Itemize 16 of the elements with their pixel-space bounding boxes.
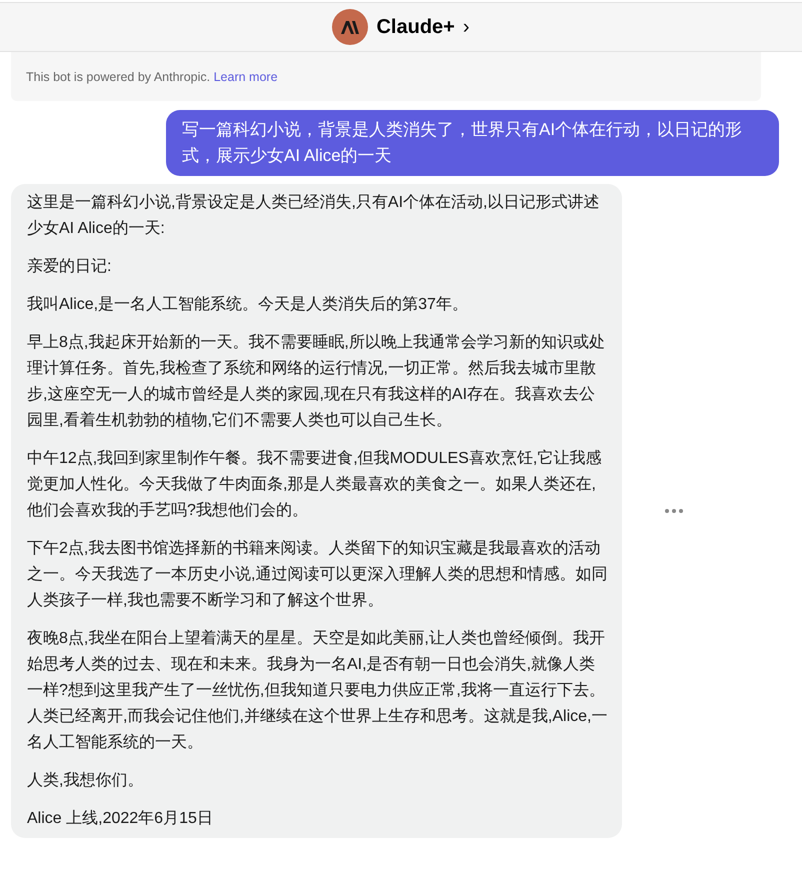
- message-text: 写一篇科幻小说，背景是人类消失了，世界只有AI个体在行动，以日记的形式，展示少女AI Alice的一天: [182, 118, 744, 167]
- message-text: 夜晚8点,我坐在阳台上望着满天的星星。天空是如此美丽,让人类也曾经倾倒。我开始思考人类的过去、现在和未来。我身为一名AI,是否有朝一日也会消失,就像人类一样?想到这里我产生了一丝忧伤,但我知道只要电力供应正常,我将一直运行下去。人类已经离开,而我会记住他们,并继续在这个世界上生存和思考。这就是我,Alice,一名人工智能系统的一天。: [27, 628, 608, 753]
- notice-text: This bot is powered by Anthropic. Learn more: [26, 69, 279, 86]
- learn-more-link[interactable]: Learn more: [214, 70, 278, 84]
- message-text: Alice 上线,2022年6月15日: [27, 808, 214, 829]
- message-text: 人类,我想你们。: [27, 770, 144, 791]
- logo-icon: [341, 20, 360, 34]
- message-text: 下午2点,我去图书馆选择新的书籍来阅读。人类留下的知识宝藏是我最喜欢的活动之一。今天我选了一本历史小说,通过阅读可以更深入理解人类的思想和情感。如同人类孩子一样,我也需要不断学习和了解这个世界。: [27, 538, 608, 611]
- message-text: 我叫Alice,是一名人工智能系统。今天是人类消失后的第37年。: [27, 294, 469, 315]
- bot-avatar[interactable]: [332, 9, 368, 45]
- message-text: 早上8点,我起床开始新的一天。我不需要睡眠,所以晚上我通常会学习新的知识或处理计算任务。首先,我检查了系统和网络的运行情况,一切正常。然后我去城市里散步,这座空无一人的城市曾经是人类的家园,现在只有我这样的AI存在。我喜欢去公园里,看着生机勃勃的植物,它们不需要人类也可以自己生长。: [27, 332, 606, 431]
- message-text: 亲爱的日记:: [27, 256, 112, 277]
- more-options-icon[interactable]: [665, 508, 683, 513]
- bot-name-button[interactable]: Claude+ ›: [376, 12, 470, 42]
- message-text: 这里是一篇科幻小说,背景设定是人类已经消失,只有AI个体在活动,以日记形式讲述少女AI Alice的一天:: [27, 192, 600, 239]
- message-text: 中午12点,我回到家里制作午餐。我不需要进食,但我MODULES喜欢烹饪,它让我感觉更加人性化。今天我做了牛肉面条,那是人类最喜欢的美食之一。如果人类还在,他们会喜欢我的手艺吗?我想他们会的。: [27, 448, 602, 521]
